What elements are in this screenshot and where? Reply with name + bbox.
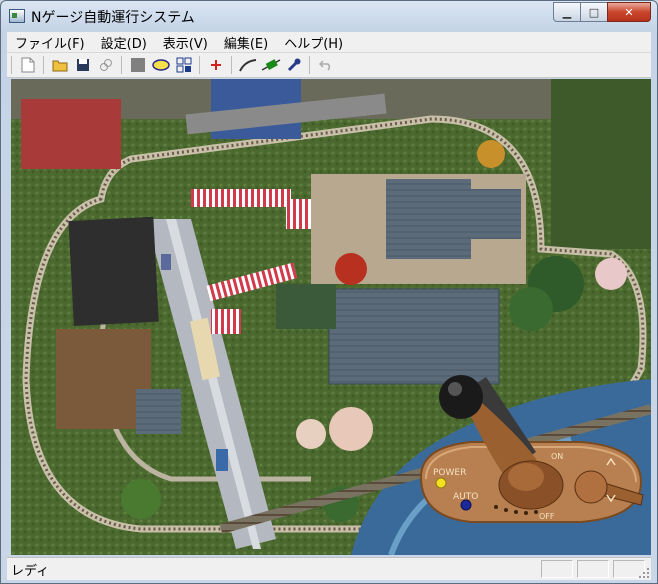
minimize-button[interactable]: ▁ [553,2,581,22]
app-icon [9,9,25,23]
add-button[interactable] [205,55,227,75]
toolbar-separator [231,56,232,74]
plus-icon [211,60,221,70]
throttle-knob[interactable] [439,375,483,419]
maximize-button[interactable]: □ [580,2,608,22]
save-button[interactable] [72,55,94,75]
window-title: Nゲージ自動運行システム [31,10,195,26]
new-document-icon [21,57,35,73]
toolbar-separator [43,56,44,74]
toolbar-separator [309,56,310,74]
stop-button[interactable] [127,55,149,75]
close-button[interactable]: ✕ [607,2,651,22]
layout-button[interactable] [173,55,195,75]
minimize-icon: ▁ [562,5,572,19]
tool-button[interactable] [283,55,305,75]
status-pane [577,560,609,578]
menu-view[interactable]: 表示(V) [155,33,216,52]
toolbar-separator [199,56,200,74]
oval-track-icon [152,59,170,71]
resize-grip-icon[interactable] [638,567,650,579]
locomotive-icon [261,59,281,71]
link-icon [100,59,112,71]
wrench-icon [287,58,301,72]
menu-bar: ファイル(F) 設定(D) 表示(V) 編集(E) ヘルプ(H) [7,32,651,53]
controller-power-label: POWER [433,468,466,478]
link-button[interactable] [95,55,117,75]
power-lamp [435,477,447,489]
toolbar-separator [121,56,122,74]
undo-icon [319,60,331,71]
auto-lamp [460,499,472,511]
menu-edit[interactable]: 編集(E) [216,33,276,52]
app-window: Nゲージ自動運行システム ▁ □ ✕ ファイル(F) 設定(D) 表示(V) 編… [0,0,658,584]
menu-help[interactable]: ヘルプ(H) [276,33,351,52]
undo-button[interactable] [315,55,337,75]
grid-layout-icon [176,57,192,73]
open-folder-icon [52,60,68,72]
throttle-controller[interactable]: POWER AUTO OFF ON [411,367,651,537]
open-button[interactable] [49,55,71,75]
status-text: レディ [11,563,50,579]
menu-file[interactable]: ファイル(F) [7,33,93,52]
layout-view[interactable]: POWER AUTO OFF ON [11,79,651,555]
menu-settings[interactable]: 設定(D) [93,33,155,52]
title-bar[interactable]: Nゲージ自動運行システム ▁ □ ✕ [1,1,657,31]
rail-curve-icon [239,59,257,72]
status-bar: レディ [7,557,651,580]
rail-button[interactable] [237,55,259,75]
save-disk-icon [77,59,89,71]
track-button[interactable] [150,55,172,75]
toolbar [7,53,651,78]
new-button[interactable] [17,55,39,75]
close-icon: ✕ [624,5,634,19]
toolbar-grip [11,56,12,74]
stop-square-icon [131,58,145,72]
status-panes [537,560,645,578]
controller-on-label: ON [551,452,563,461]
direction-knob[interactable] [574,470,608,504]
controller-off-label: OFF [539,512,555,521]
maximize-icon: □ [588,5,600,19]
train-button[interactable] [260,55,282,75]
status-pane [541,560,573,578]
window-controls: ▁ □ ✕ [553,2,651,22]
